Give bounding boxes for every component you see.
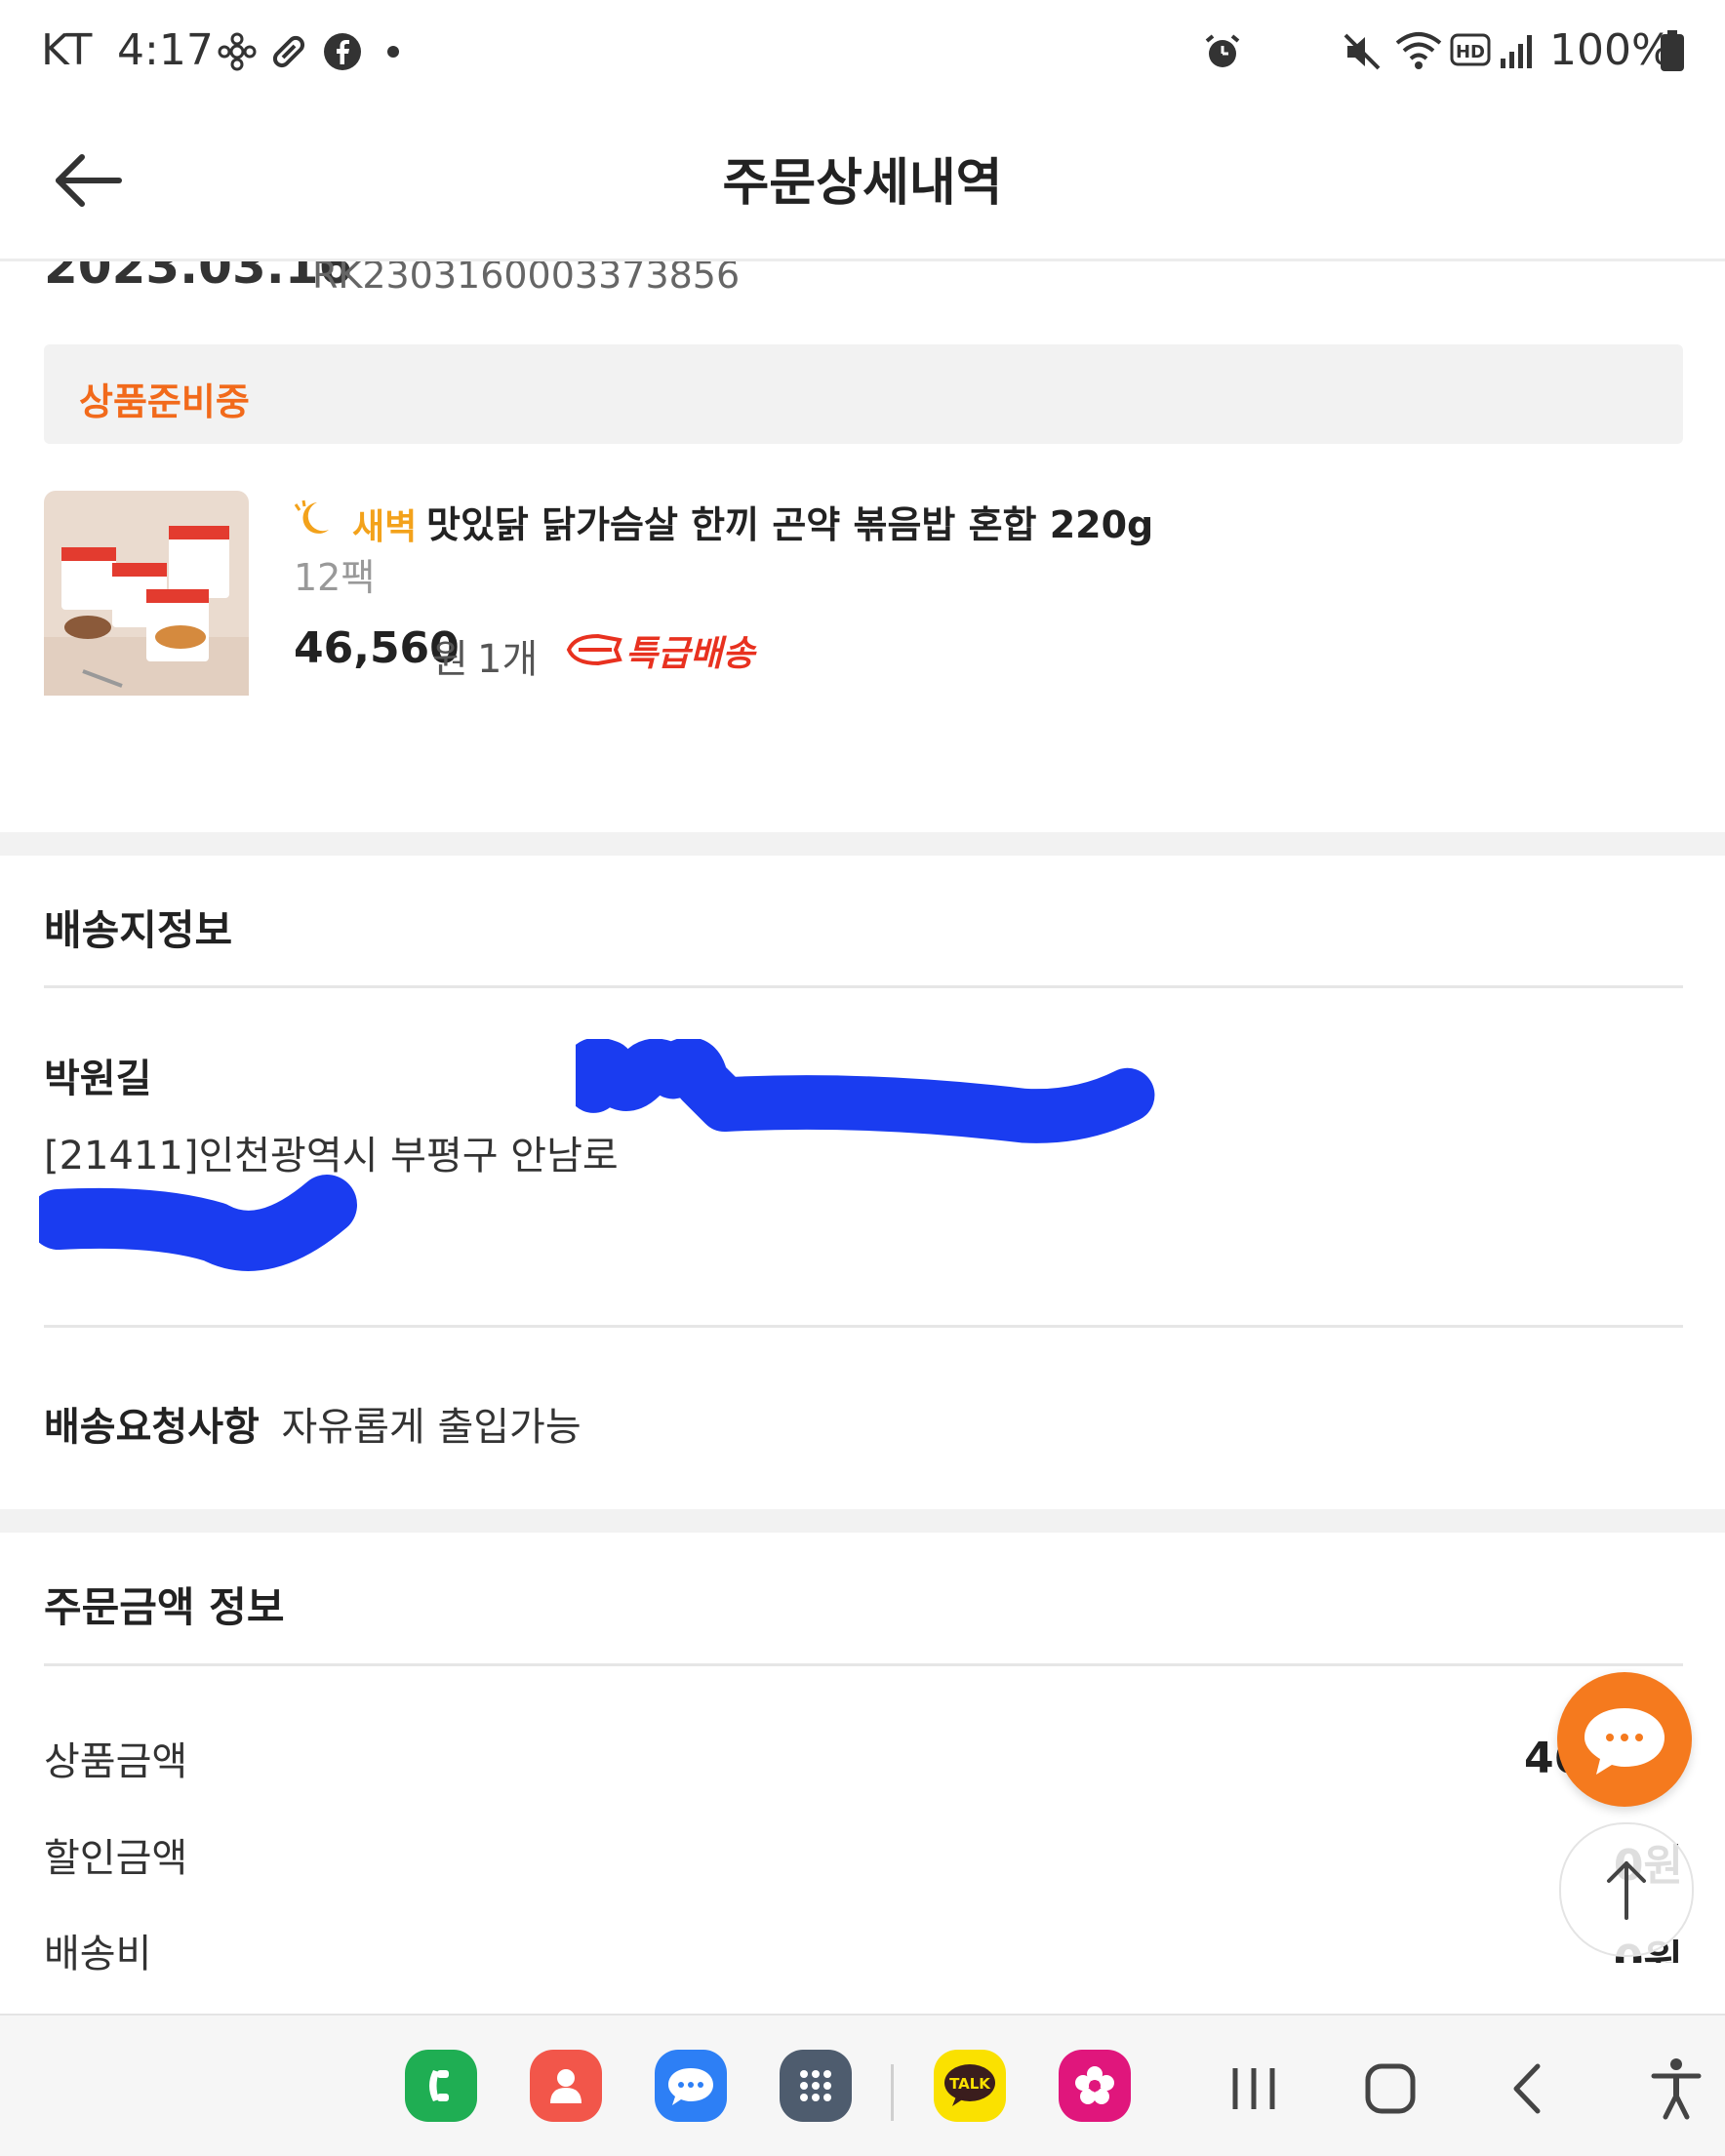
kakaotalk-app-button[interactable]: TALK <box>934 2050 1006 2122</box>
system-nav-bar: TALK <box>0 2014 1725 2156</box>
dock-divider <box>891 2064 894 2121</box>
app-header: 주문상세내역 <box>0 102 1725 261</box>
order-status: 상품준비중 <box>79 380 250 423</box>
product-quantity: 1개 <box>477 637 539 682</box>
gallery-flower-icon <box>1075 2066 1114 2104</box>
clock: 4:17 <box>117 25 214 75</box>
kakao-talk-label: TALK <box>949 2075 991 2093</box>
order-status-box: 상품준비중 <box>44 344 1683 444</box>
pill-notification-icon <box>272 35 305 68</box>
accessibility-icon[interactable] <box>1642 2055 1710 2123</box>
phone-app-button[interactable] <box>405 2050 477 2122</box>
order-number: RK2303160003373856 <box>312 261 741 297</box>
scroll-top-button[interactable] <box>1559 1822 1694 1957</box>
nav-back-icon[interactable] <box>1493 2055 1561 2123</box>
facebook-notification-icon <box>324 33 361 70</box>
contacts-app-button[interactable] <box>530 2050 602 2122</box>
gallery-app-button[interactable] <box>1059 2050 1131 2122</box>
express-train-icon <box>566 633 622 666</box>
divider <box>44 1325 1683 1328</box>
mute-icon <box>1344 33 1381 70</box>
product-option: 12팩 <box>294 556 376 599</box>
svg-text:HD: HD <box>1456 42 1485 62</box>
section-separator <box>0 1509 1725 1533</box>
recent-apps-icon[interactable] <box>1220 2055 1288 2123</box>
chat-floating-button[interactable] <box>1557 1672 1692 1807</box>
phone-icon <box>429 2070 449 2101</box>
price-unit: 원 <box>432 637 468 682</box>
product-name[interactable]: 맛있닭 닭가슴살 한끼 곤약 볶음밥 혼합 220g <box>426 495 1153 548</box>
carrier-label: KT <box>41 25 93 75</box>
hd-voice-icon: HD <box>1450 33 1491 66</box>
address-redaction-scribble <box>576 1039 1155 1143</box>
battery-percent: 100% <box>1549 25 1672 75</box>
alarm-icon <box>1205 34 1240 67</box>
divider <box>44 985 1683 988</box>
product-item[interactable]: 새벽 맛있닭 닭가슴살 한끼 곤약 볶음밥 혼합 220g 12팩 46,560… <box>44 491 1683 700</box>
section-separator <box>0 832 1725 856</box>
product-thumbnail[interactable] <box>44 491 249 696</box>
contacts-icon <box>550 2069 582 2103</box>
status-bar: KT 4:17 HD 100% <box>0 0 1725 102</box>
home-icon[interactable] <box>1356 2055 1424 2123</box>
flower-notification-icon <box>218 32 257 71</box>
product-amount-label: 상품금액 <box>44 1739 188 1784</box>
phone-redaction-scribble <box>39 1175 357 1271</box>
chat-bubble-icon <box>1585 1708 1665 1775</box>
moon-dawn-icon <box>294 499 329 534</box>
page-title: 주문상세내역 <box>722 154 1003 213</box>
more-notifications-dot-icon <box>387 46 399 58</box>
battery-icon <box>1661 30 1684 71</box>
order-date: 2023.03.16 <box>44 261 353 295</box>
dawn-delivery-badge: 새벽 <box>352 507 418 547</box>
order-meta-row: 2023.03.16 RK2303160003373856 <box>44 261 922 300</box>
delivery-request-value: 자유롭게 출입가능 <box>281 1405 582 1450</box>
express-delivery-label: 특급배송 <box>625 634 755 674</box>
signal-icon <box>1501 35 1532 68</box>
delivery-request-label: 배송요청사항 <box>44 1405 260 1450</box>
arrow-up-icon <box>1607 1861 1646 1920</box>
messages-icon <box>668 2068 713 2105</box>
delivery-request-row: 배송요청사항 자유롭게 출입가능 <box>44 1395 582 1452</box>
payment-section-title: 주문금액 정보 <box>44 1583 285 1631</box>
apps-grid-button[interactable] <box>780 2050 852 2122</box>
messages-app-button[interactable] <box>655 2050 727 2122</box>
apps-grid-icon <box>800 2070 831 2101</box>
kakaotalk-icon: TALK <box>944 2064 995 2106</box>
shipping-section-title: 배송지정보 <box>44 906 233 954</box>
shipping-fee-label: 배송비 <box>44 1932 152 1976</box>
discount-amount-label: 할인금액 <box>44 1836 188 1881</box>
divider <box>44 1663 1683 1666</box>
recipient-name: 박원길 <box>44 1057 152 1101</box>
wifi-icon <box>1395 32 1442 69</box>
